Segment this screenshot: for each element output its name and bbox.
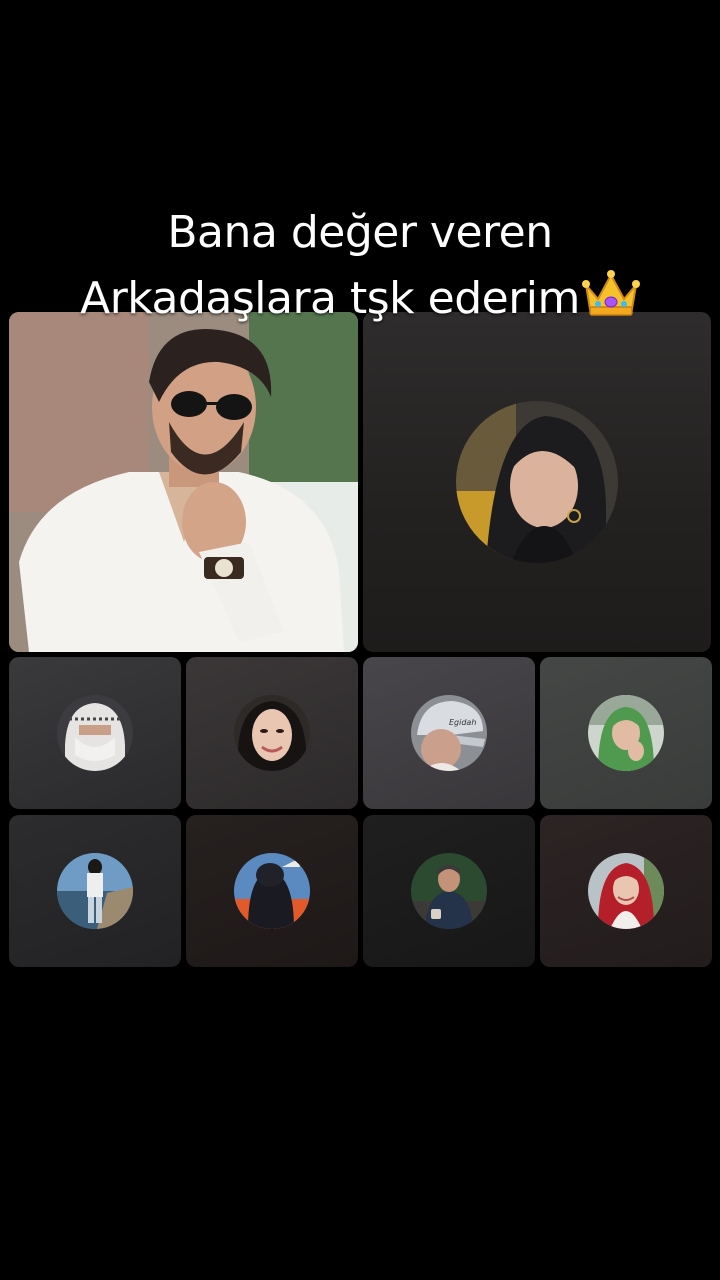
guest-avatar-8 xyxy=(588,853,664,929)
host-video-feed xyxy=(9,312,358,652)
live-multi-guest-screen: Bana değer veren Arkadaşlara tşk ederim xyxy=(0,0,720,1280)
guest-tile-5[interactable] xyxy=(9,815,181,967)
caption-line-1: Bana değer veren xyxy=(167,207,553,258)
guest-avatar-2 xyxy=(234,695,310,771)
host-video-tile[interactable] xyxy=(9,312,358,652)
guest-avatar-6 xyxy=(234,853,310,929)
guest-avatar-1 xyxy=(57,695,133,771)
video-caption: Bana değer veren Arkadaşlara tşk ederim xyxy=(0,200,720,332)
guest-tile-3[interactable]: Egidah xyxy=(363,657,535,809)
caption-line-2: Arkadaşlara tşk ederim xyxy=(80,273,580,324)
guest-tile-1[interactable] xyxy=(9,657,181,809)
guest-avatar-4 xyxy=(588,695,664,771)
guest-tile-4[interactable] xyxy=(540,657,712,809)
svg-text:Egidah: Egidah xyxy=(449,718,476,727)
guest-avatar-3: Egidah xyxy=(411,695,487,771)
guest-avatar-5 xyxy=(57,853,133,929)
guest-tile-featured[interactable] xyxy=(363,312,711,652)
guest-tile-6[interactable] xyxy=(186,815,358,967)
guest-avatar-7 xyxy=(411,853,487,929)
guest-avatar-featured xyxy=(456,401,618,563)
guest-tile-2[interactable] xyxy=(186,657,358,809)
guest-tile-7[interactable] xyxy=(363,815,535,967)
crown-icon xyxy=(581,269,640,319)
caption-line-2-wrap: Arkadaşlara tşk ederim xyxy=(0,266,720,332)
guest-tile-8[interactable] xyxy=(540,815,712,967)
